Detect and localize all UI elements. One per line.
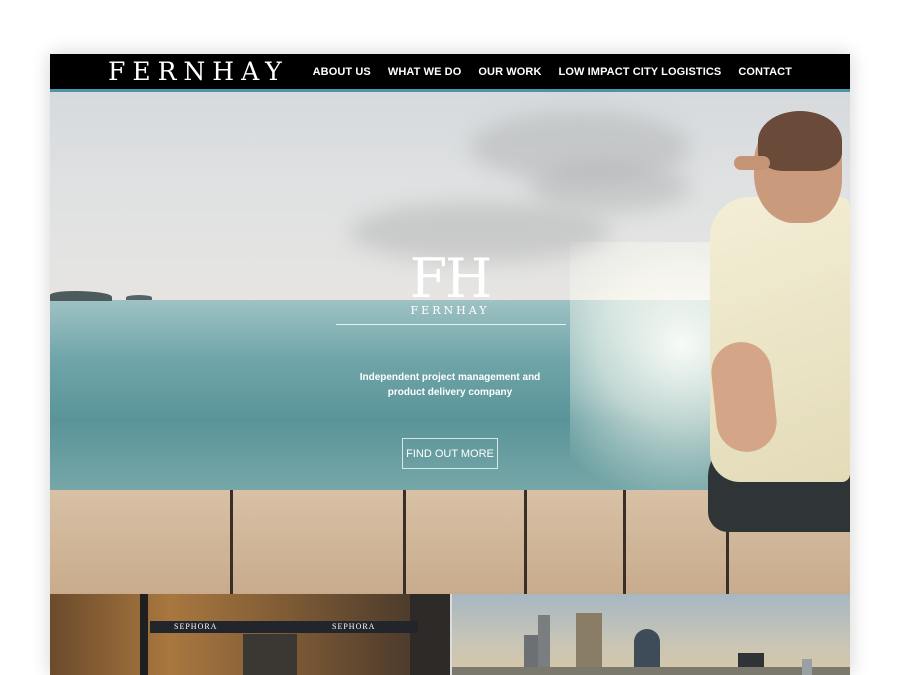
building: [576, 613, 602, 675]
nav-our-work[interactable]: OUR WORK: [478, 66, 541, 78]
project-tile-city[interactable]: [452, 594, 850, 675]
storefront-pillar: [140, 594, 148, 675]
nav-what-we-do[interactable]: WHAT WE DO: [388, 66, 462, 78]
hero-wordmark: FERNHAY: [410, 304, 490, 317]
website-frame: FERNHAY ABOUT US WHAT WE DO OUR WORK LOW…: [50, 54, 850, 675]
project-tile-sephora[interactable]: SEPHORA SEPHORA: [50, 594, 450, 675]
nav-low-impact-city-logistics[interactable]: LOW IMPACT CITY LOGISTICS: [559, 66, 722, 78]
site-logo[interactable]: FERNHAY: [108, 57, 289, 87]
nav-about-us[interactable]: ABOUT US: [313, 66, 371, 78]
building: [538, 615, 550, 675]
hero-monogram: FH: [409, 247, 493, 310]
find-out-more-button[interactable]: FIND OUT MORE: [402, 438, 498, 469]
deck-plank: [230, 490, 403, 594]
nav-menu: ABOUT US WHAT WE DO OUR WORK LOW IMPACT …: [296, 54, 792, 89]
person-hair: [758, 111, 842, 171]
deck-plank: [524, 490, 623, 594]
store-sign-left: SEPHORA: [174, 622, 218, 631]
store-sign-right: SEPHORA: [332, 622, 376, 631]
deck-plank: [403, 490, 524, 594]
cloud: [530, 162, 690, 212]
deck-plank: [50, 490, 230, 594]
hero-tagline: Independent project management and produ…: [350, 370, 550, 400]
tagline-line-2: product delivery company: [387, 387, 513, 398]
tagline-line-1: Independent project management and: [359, 372, 541, 383]
person-hand: [734, 156, 770, 170]
building: [802, 659, 812, 675]
top-navigation: FERNHAY ABOUT US WHAT WE DO OUR WORK LOW…: [50, 54, 850, 92]
storefront-wall: [410, 594, 450, 675]
skyline-base: [452, 667, 850, 675]
hero-divider: [336, 324, 566, 325]
store-entrance: [243, 634, 297, 675]
hero-section: FH FERNHAY Independent project managemen…: [50, 92, 850, 594]
nav-contact[interactable]: CONTACT: [738, 66, 792, 78]
